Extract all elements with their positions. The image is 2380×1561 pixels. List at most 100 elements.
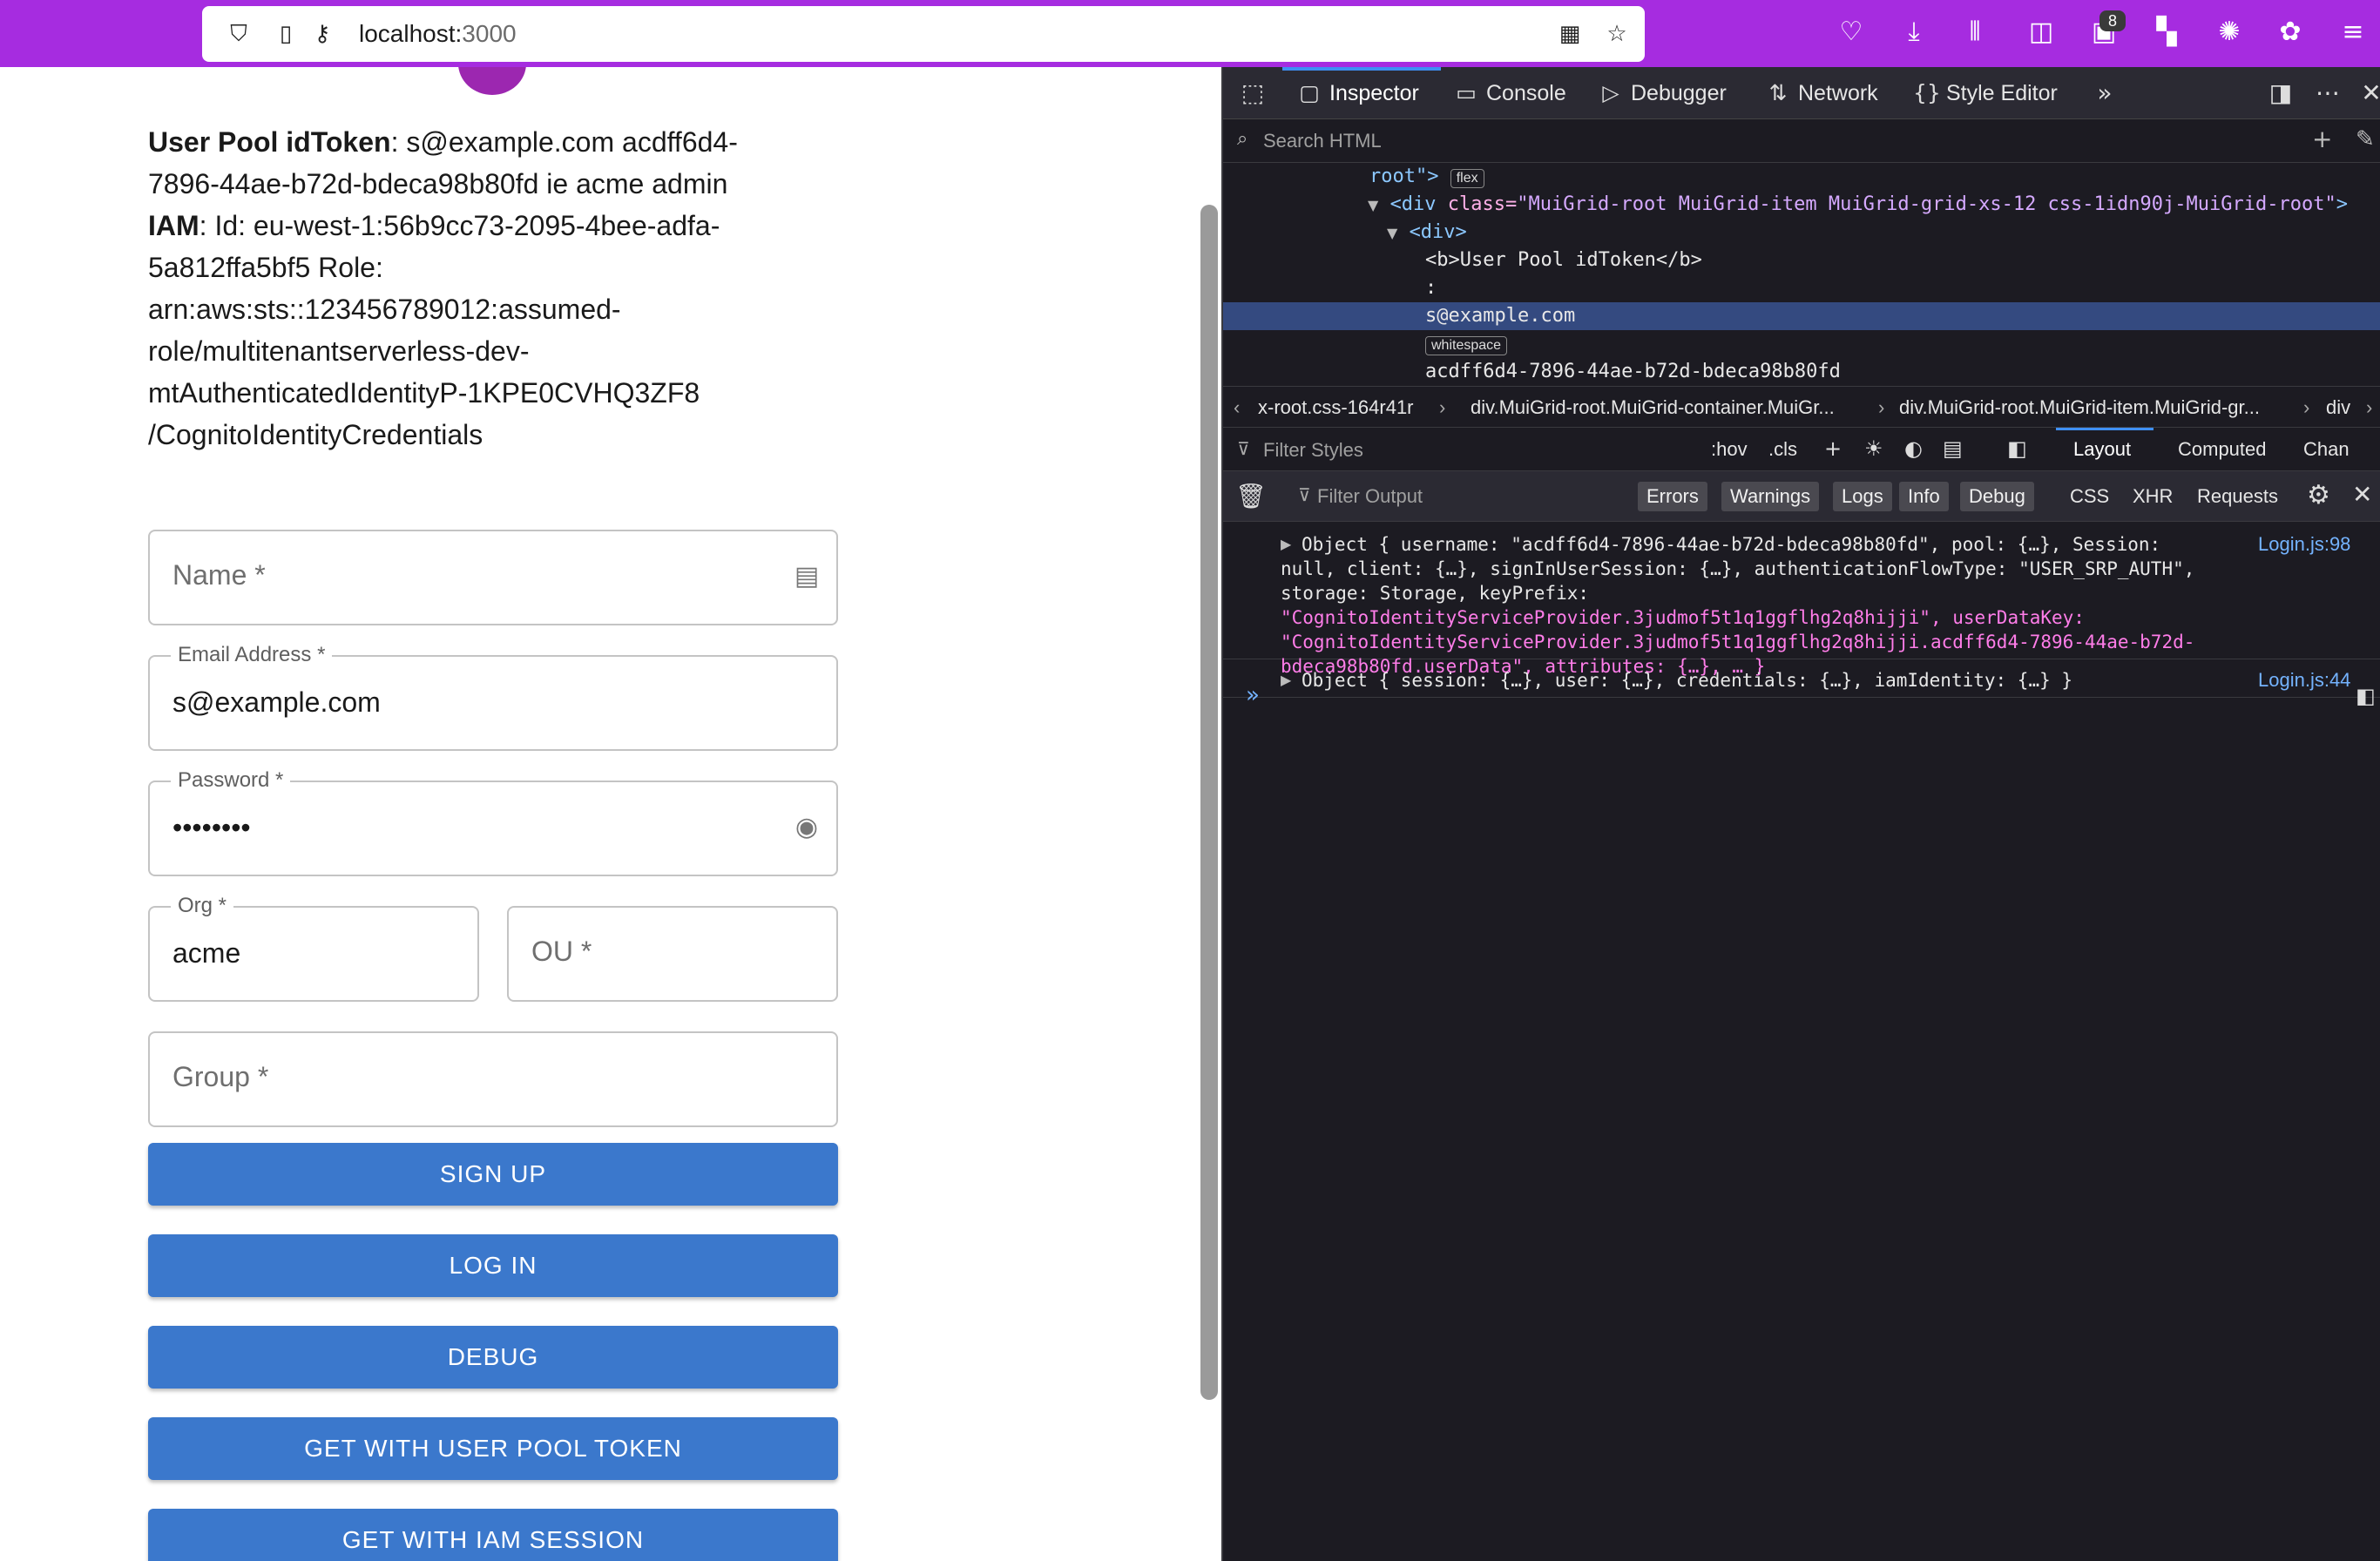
org-value[interactable]: acme [172,936,240,970]
pocket-icon[interactable]: ♡ [1836,17,1866,47]
tab-computed[interactable]: Computed [2178,438,2267,461]
add-node-icon[interactable]: + [2312,125,2332,153]
trash-icon[interactable]: 🗑 [1235,482,1267,510]
tab-changes[interactable]: Chan [2303,438,2350,461]
close-split-console-icon[interactable]: ✕ [2352,480,2372,509]
expand-triangle-icon[interactable]: ▼ [1387,225,1397,241]
print-media-icon[interactable]: ▤ [1943,436,1963,461]
markup-line[interactable]: <b>User Pool idToken</b> [1223,247,2380,274]
filter-debug-button[interactable]: Debug [1960,482,2034,511]
markup-line[interactable]: ▼ <div class="MuiGrid-root MuiGrid-item … [1223,191,2380,219]
get-user-pool-token-button[interactable]: GET WITH USER POOL TOKEN [148,1417,838,1480]
qr-code-icon[interactable]: ▦ [1558,22,1582,46]
expand-object-icon[interactable]: ▶ [1281,668,1291,693]
close-devtools-icon[interactable]: ✕ [2356,78,2380,109]
filter-requests-button[interactable]: Requests [2197,482,2278,511]
password-label: Password * [171,768,291,793]
markup-line[interactable]: acdff6d4-7896-44ae-b72d-bdeca98b80fd [1223,358,2380,386]
filter-logs-button[interactable]: Logs [1833,482,1892,511]
email-value[interactable]: s@example.com [172,685,381,720]
email-field[interactable]: Email Address * s@example.com [148,643,838,751]
password-value[interactable]: •••••••• [172,810,251,845]
key-icon[interactable]: ⚷ [310,22,335,46]
filter-errors-button[interactable]: Errors [1638,482,1707,511]
hov-toggle[interactable]: :hov [1711,438,1748,461]
console-input-prompt-icon[interactable]: » [1246,682,1260,708]
breadcrumb-item[interactable]: div.MuiGrid-root.MuiGrid-container.MuiGr… [1471,387,1835,429]
network-icon: ⇅ [1768,80,1788,105]
tab-style-editor[interactable]: {} Style Editor [1913,67,2058,119]
color-wheel-icon[interactable]: ✿ [2275,17,2305,47]
breadcrumb-separator-icon: › [2303,396,2310,418]
password-visibility-icon[interactable]: ◉ [791,812,822,843]
filter-xhr-button[interactable]: XHR [2133,482,2173,511]
breadcrumb-item[interactable]: div [2326,387,2350,429]
filter-icon: ⊽ [1298,484,1311,505]
page-scrollbar[interactable] [1200,205,1218,1400]
ou-field[interactable]: OU * [507,906,838,1002]
cls-toggle[interactable]: .cls [1768,438,1797,461]
log-in-button[interactable]: LOG IN [148,1234,838,1297]
grid-extension-icon[interactable]: ▚ [2152,17,2181,47]
sidebar-icon[interactable]: ◫ [2026,17,2056,47]
light-theme-icon[interactable]: ☀ [1864,436,1883,461]
tab-layout[interactable]: Layout [2073,438,2131,461]
group-field[interactable]: Group * [148,1031,838,1127]
editor-mode-icon[interactable]: ◧ [2356,684,2376,708]
tab-debugger[interactable]: ▷ Debugger [1598,67,1726,119]
console-message[interactable]: ▶ Object { username: "acdff6d4-7896-44ae… [1223,532,2380,677]
markup-line[interactable]: : [1223,274,2380,302]
filter-styles-input[interactable]: Filter Styles [1263,439,1363,462]
sign-up-button[interactable]: SIGN UP [148,1143,838,1206]
filter-info-button[interactable]: Info [1899,482,1949,511]
password-field[interactable]: Password * •••••••• ◉ [148,768,838,876]
dock-side-icon[interactable]: ◨ [2265,78,2296,109]
shield-icon[interactable]: ⛉ [227,22,251,46]
org-field[interactable]: Org * acme [148,894,479,1002]
more-options-icon[interactable]: ⋯ [2312,78,2343,109]
more-tabs-chevron-icon[interactable]: » [2089,78,2120,109]
tab-console[interactable]: ▭ Console [1453,67,1566,119]
breadcrumb-item[interactable]: div.MuiGrid-root.MuiGrid-item.MuiGrid-gr… [1899,387,2260,429]
address-bar[interactable]: ⛉ ▯ ⚷ localhost:3000 ▦ ☆ [202,6,1645,62]
menu-icon[interactable]: ≡ [2338,17,2368,47]
console-message-body[interactable]: Object { session: {…}, user: {…}, creden… [1302,668,2225,693]
idtoken-label: User Pool idToken [148,126,391,158]
bookmark-star-icon[interactable]: ☆ [1605,22,1629,46]
eyedropper-icon[interactable]: ✎ [2356,126,2375,152]
name-field[interactable]: Name * ▤ [148,530,838,625]
markup-line[interactable]: root"> flex [1223,163,2380,191]
console-source-link[interactable]: Login.js:44 [2258,668,2350,693]
downloads-icon[interactable]: ⤓ [1899,17,1929,47]
markup-line-selected[interactable]: s@example.com [1223,302,2380,330]
email-label: Email Address * [171,643,333,667]
flex-badge[interactable]: flex [1450,169,1484,188]
console-settings-gear-icon[interactable]: ⚙ [2307,480,2330,510]
tab-inspector[interactable]: ▢ Inspector [1296,67,1419,119]
markup-line[interactable]: whitespace [1223,330,2380,358]
expand-object-icon[interactable]: ▶ [1281,532,1291,557]
console-message-body[interactable]: Object { username: "acdff6d4-7896-44ae-b… [1302,532,2225,557]
tab-network[interactable]: ⇅ Network [1765,67,1878,119]
element-picker-icon[interactable]: ⬚ [1237,78,1268,109]
toggle-panel-icon[interactable]: ◧ [2007,436,2027,461]
dark-theme-icon[interactable]: ◐ [1904,436,1923,461]
debug-button[interactable]: DEBUG [148,1326,838,1389]
url-text[interactable]: localhost:3000 [359,20,517,48]
breadcrumb-right-arrow-icon[interactable]: › [2366,387,2372,429]
group-placeholder: Group * [172,1061,269,1092]
colorful-extension-icon[interactable]: ✺ [2214,17,2244,47]
get-iam-session-button[interactable]: GET WITH IAM SESSION [148,1509,838,1561]
filter-output-input[interactable]: Filter Output [1317,485,1423,508]
expand-triangle-icon[interactable]: ▼ [1368,197,1378,213]
filter-css-button[interactable]: CSS [2070,482,2109,511]
console-message[interactable]: ▶ Object { session: {…}, user: {…}, cred… [1223,659,2380,698]
search-html-bar[interactable]: ⌕ Search HTML + ✎ [1223,119,2380,163]
filter-warnings-button[interactable]: Warnings [1721,482,1820,511]
console-source-link[interactable]: Login.js:98 [2258,532,2350,557]
add-rule-icon[interactable]: + [1824,436,1842,461]
markup-line[interactable]: ▼ <div> [1223,219,2380,247]
breadcrumb-left-arrow-icon[interactable]: ‹ [1234,387,1240,429]
breadcrumb-item[interactable]: x-root.css-164r41r [1258,387,1414,429]
library-icon[interactable]: ⫴ [1960,17,1990,47]
